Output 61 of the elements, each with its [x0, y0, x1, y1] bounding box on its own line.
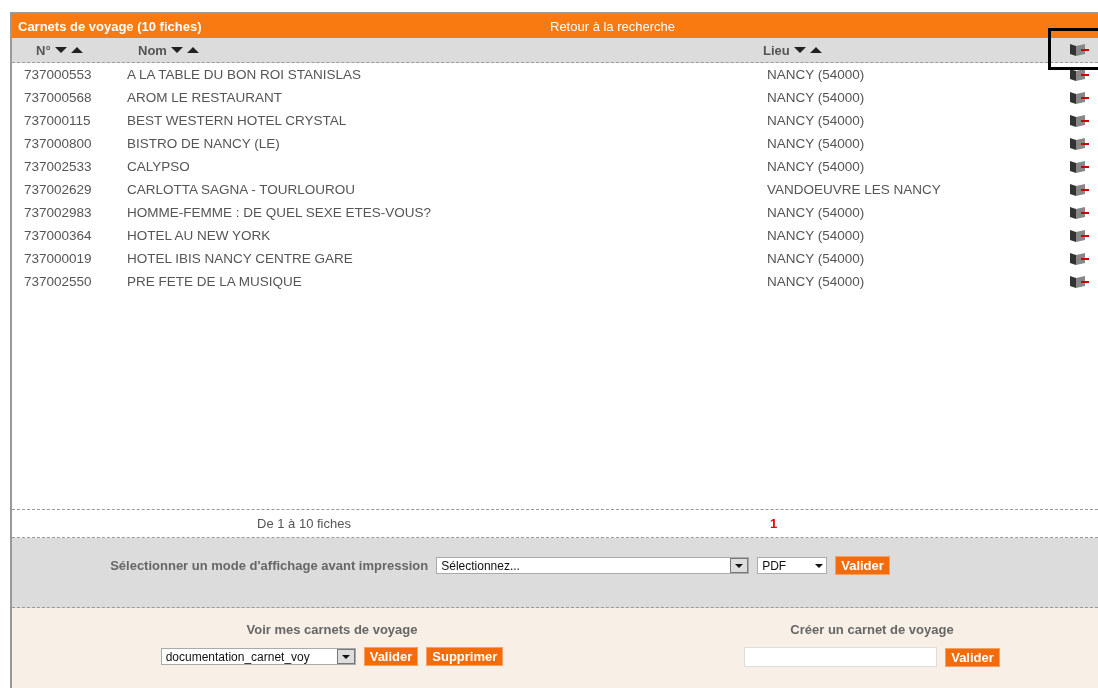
table-cell: 737002550	[24, 274, 92, 289]
carnet-select[interactable]: documentation_carnet_voy	[160, 648, 356, 665]
table-cell: 737000800	[24, 136, 92, 151]
validate-button[interactable]: Valider	[945, 647, 1000, 667]
print-mode-label: Sélectionner un mode d'affichage avant impression	[110, 558, 429, 573]
table-cell: NANCY (54000)	[767, 90, 865, 105]
table-cell: NANCY (54000)	[767, 136, 865, 151]
table-cell: 737000553	[24, 67, 92, 82]
table-cell: HOTEL AU NEW YORK	[127, 228, 271, 243]
table-cell: BISTRO DE NANCY (LE)	[127, 136, 280, 151]
table-cell: NANCY (54000)	[767, 113, 865, 128]
table-cell: 737002533	[24, 159, 92, 174]
table-cell: 737000364	[24, 228, 92, 243]
table-cell: NANCY (54000)	[767, 228, 865, 243]
format-select[interactable]: PDF	[757, 557, 828, 574]
table-cell: PRE FETE DE LA MUSIQUE	[127, 274, 302, 289]
table-cell: HOMME-FEMME : DE QUEL SEXE ETES-VOUS?	[127, 205, 432, 220]
table-cell: NANCY (54000)	[767, 205, 865, 220]
column-header[interactable]: N°	[36, 42, 51, 58]
validate-button[interactable]: Valider	[363, 647, 419, 666]
section-heading: Voir mes carnets de voyage	[246, 622, 418, 637]
display-mode-select[interactable]: Sélectionnez...	[436, 557, 750, 574]
table-cell: 737000115	[24, 113, 91, 128]
table-cell: A LA TABLE DU BON ROI STANISLAS	[127, 67, 362, 82]
table-cell: 737000568	[24, 90, 92, 105]
table-cell: 737000019	[24, 251, 92, 266]
book-icon[interactable]	[1069, 90, 1089, 105]
list-title: Carnets de voyage (10 fiches)	[17, 18, 203, 34]
table-cell: BEST WESTERN HOTEL CRYSTAL	[127, 113, 347, 128]
table-cell: 737002629	[24, 182, 92, 197]
record-range: De 1 à 10 fiches	[257, 516, 351, 531]
book-icon[interactable]	[1069, 113, 1089, 128]
sort-arrows-icon[interactable]	[793, 46, 824, 54]
book-icon[interactable]	[1069, 67, 1089, 82]
book-icon[interactable]	[1069, 43, 1089, 57]
table-cell: CARLOTTA SAGNA - TOURLOUROU	[127, 182, 356, 197]
table-cell: HOTEL IBIS NANCY CENTRE GARE	[127, 251, 353, 266]
column-header[interactable]: Nom	[138, 42, 167, 58]
sort-arrows-icon[interactable]	[170, 46, 201, 54]
table-cell: NANCY (54000)	[767, 159, 865, 174]
column-header[interactable]: Lieu	[763, 42, 790, 58]
book-icon[interactable]	[1069, 251, 1089, 266]
table-cell: CALYPSO	[127, 159, 190, 174]
table-cell: 737002983	[24, 205, 92, 220]
table-cell: NANCY (54000)	[767, 67, 865, 82]
book-icon[interactable]	[1069, 228, 1089, 243]
delete-button[interactable]: Supprimer	[426, 647, 504, 666]
book-icon[interactable]	[1069, 159, 1089, 174]
book-icon[interactable]	[1069, 205, 1089, 220]
page-link[interactable]: 1	[770, 516, 778, 531]
validate-button[interactable]: Valider	[835, 556, 890, 575]
sort-arrows-icon[interactable]	[54, 46, 85, 54]
book-icon[interactable]	[1069, 136, 1089, 151]
table-cell: NANCY (54000)	[767, 274, 865, 289]
book-icon[interactable]	[1069, 182, 1089, 197]
book-icon[interactable]	[1069, 274, 1089, 289]
carnet-name-field[interactable]	[744, 647, 938, 667]
table-cell: AROM LE RESTAURANT	[127, 90, 283, 105]
table-cell: VANDOEUVRE LES NANCY	[767, 182, 941, 197]
section-heading: Créer un carnet de voyage	[790, 622, 954, 637]
table-cell: NANCY (54000)	[767, 251, 865, 266]
